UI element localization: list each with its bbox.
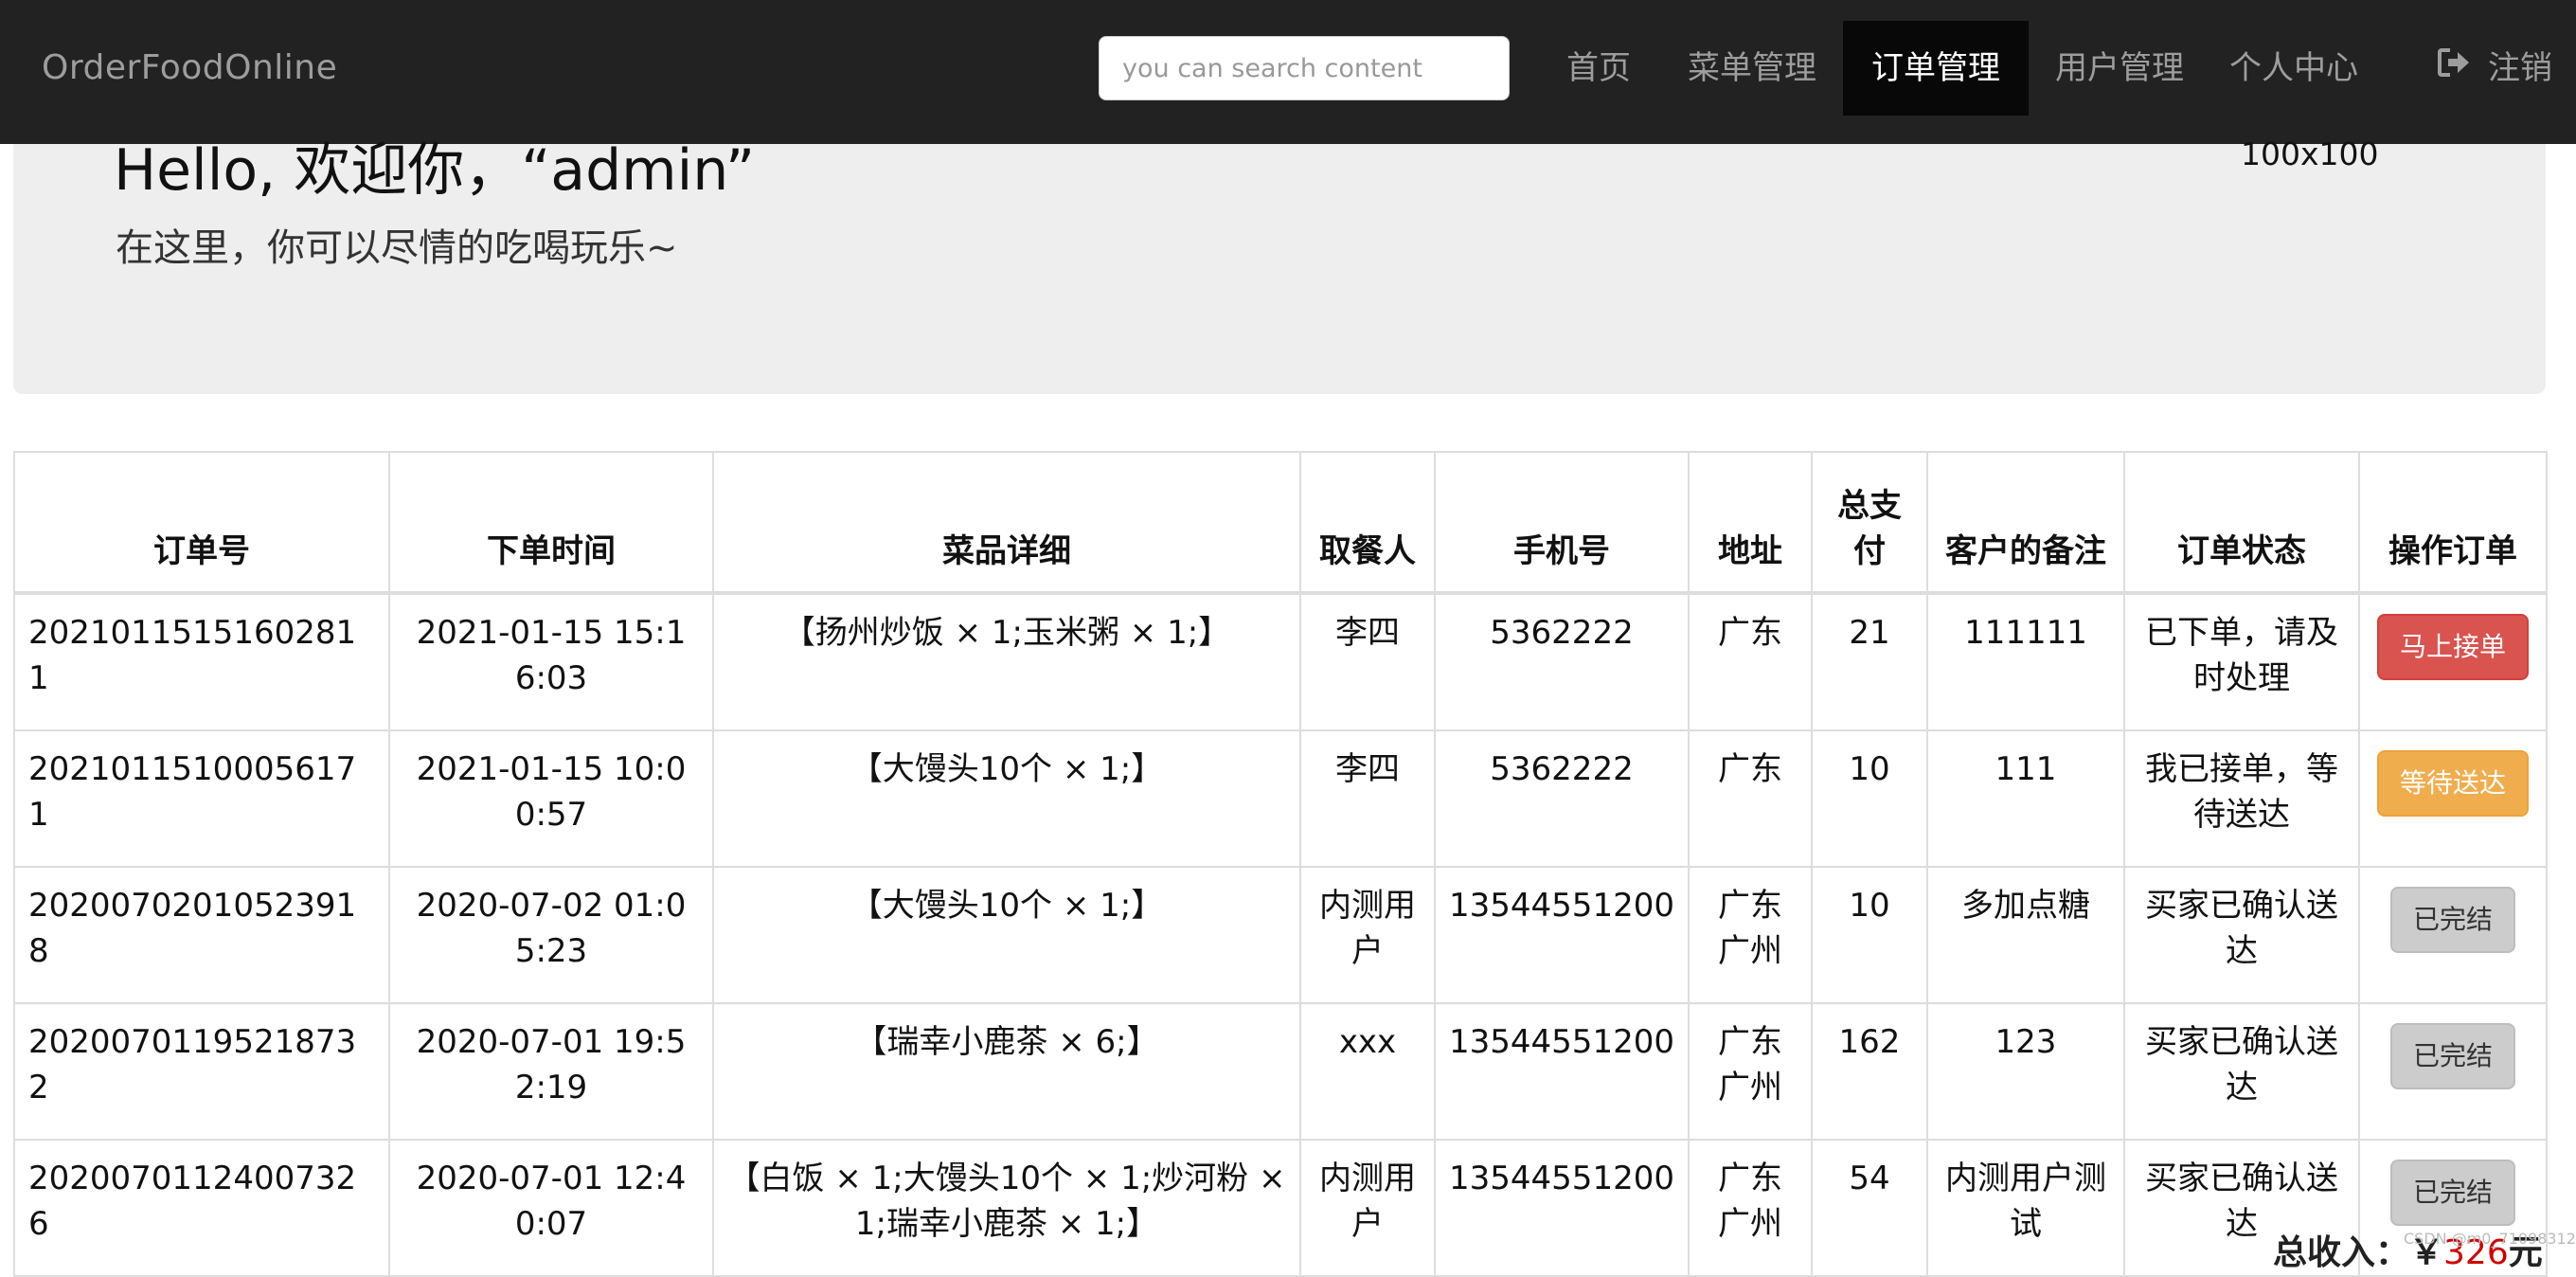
watermark: CSDN @m0_71098312 xyxy=(2404,1230,2576,1248)
cell-total: 162 xyxy=(1811,1002,1928,1141)
header-address: 地址 xyxy=(1688,451,1813,595)
cell-action: 马上接单 xyxy=(2358,592,2548,731)
header-status: 订单状态 xyxy=(2123,451,2360,595)
cell-note: 111 xyxy=(1926,729,2125,868)
awaiting-delivery-button[interactable]: 等待送达 xyxy=(2376,750,2529,817)
completed-button[interactable]: 已完结 xyxy=(2389,887,2515,953)
cell-total: 10 xyxy=(1811,729,1928,868)
cell-phone: 13544551200 xyxy=(1434,1139,1690,1277)
table-row: 20210115100056171 2021-01-15 10:00:57 【大… xyxy=(13,729,2548,868)
greeting-subtitle: 在这里，你可以尽情的吃喝玩乐~ xyxy=(116,226,678,270)
search-input[interactable] xyxy=(1099,36,1510,100)
brand-logo[interactable]: OrderFoodOnline xyxy=(42,44,337,93)
cell-note: 111111 xyxy=(1926,592,2125,731)
cell-status: 买家已确认送达 xyxy=(2123,866,2360,1004)
nav-item-order-management[interactable]: 订单管理 xyxy=(1843,21,2029,116)
image-placeholder: 100x100 xyxy=(2241,135,2379,172)
cell-order-id: 20200701124007326 xyxy=(13,1139,390,1277)
nav-item-home[interactable]: 首页 xyxy=(1544,21,1654,116)
header-order-id: 订单号 xyxy=(13,451,390,595)
header-note: 客户的备注 xyxy=(1926,451,2125,595)
cell-dish-details: 【大馒头10个 × 1;】 xyxy=(712,729,1301,868)
table-row: 20200702010523918 2020-07-02 01:05:23 【大… xyxy=(13,866,2548,1004)
cell-dish-details: 【大馒头10个 × 1;】 xyxy=(712,866,1301,1004)
cell-order-time: 2020-07-02 01:05:23 xyxy=(388,866,714,1004)
header-dish-details: 菜品详细 xyxy=(712,451,1301,595)
top-navbar: OrderFoodOnline 首页 菜单管理 订单管理 用户管理 个人中心 注… xyxy=(0,0,2576,144)
cell-address: 广东 xyxy=(1688,729,1813,868)
cell-status: 买家已确认送达 xyxy=(2123,1002,2360,1141)
cell-receiver: 内测用户 xyxy=(1299,1139,1436,1277)
logout-label: 注销 xyxy=(2488,49,2552,87)
completed-button[interactable]: 已完结 xyxy=(2389,1023,2515,1089)
header-total: 总支付 xyxy=(1811,451,1928,595)
cell-total: 21 xyxy=(1811,592,1928,731)
cell-total: 10 xyxy=(1811,866,1928,1004)
cell-receiver: 李四 xyxy=(1299,729,1436,868)
cell-action: 已完结 xyxy=(2358,866,2548,1004)
cell-phone: 5362222 xyxy=(1434,592,1690,731)
accept-order-button[interactable]: 马上接单 xyxy=(2376,614,2529,680)
nav-item-logout[interactable]: 注销 xyxy=(2413,21,2576,116)
cell-note: 多加点糖 xyxy=(1926,866,2125,1004)
cell-order-time: 2020-07-01 12:40:07 xyxy=(388,1139,714,1277)
greeting-heading: Hello, 欢迎你，“admin” xyxy=(114,137,756,204)
cell-receiver: 内测用户 xyxy=(1299,866,1436,1004)
cell-order-time: 2021-01-15 15:16:03 xyxy=(388,592,714,731)
cell-address: 广东广州 xyxy=(1688,1139,1813,1277)
cell-address: 广东 xyxy=(1688,592,1813,731)
table-row: 20200701195218732 2020-07-01 19:52:19 【瑞… xyxy=(13,1002,2548,1141)
cell-receiver: 李四 xyxy=(1299,592,1436,731)
nav-item-personal-center[interactable]: 个人中心 xyxy=(2210,21,2377,116)
nav-item-user-management[interactable]: 用户管理 xyxy=(2036,21,2203,116)
cell-phone: 13544551200 xyxy=(1434,1002,1690,1141)
cell-dish-details: 【瑞幸小鹿茶 × 6;】 xyxy=(712,1002,1301,1141)
table-row: 20210115151602811 2021-01-15 15:16:03 【扬… xyxy=(13,592,2548,731)
cell-status: 我已接单，等待送达 xyxy=(2123,729,2360,868)
cell-phone: 5362222 xyxy=(1434,729,1690,868)
cell-order-time: 2021-01-15 10:00:57 xyxy=(388,729,714,868)
cell-address: 广东广州 xyxy=(1688,1002,1813,1141)
cell-phone: 13544551200 xyxy=(1434,866,1690,1004)
cell-action: 等待送达 xyxy=(2358,729,2548,868)
nav-item-menu-management[interactable]: 菜单管理 xyxy=(1669,21,1835,116)
cell-order-id: 20200702010523918 xyxy=(13,866,390,1004)
orders-table: 订单号 下单时间 菜品详细 取餐人 手机号 地址 总支付 客户的备注 订单状态 … xyxy=(13,451,2548,1277)
cell-address: 广东广州 xyxy=(1688,866,1813,1004)
total-income-label: 总收入： xyxy=(2273,1233,2410,1272)
header-action: 操作订单 xyxy=(2358,451,2548,595)
completed-button[interactable]: 已完结 xyxy=(2389,1160,2515,1226)
cell-order-id: 20210115100056171 xyxy=(13,729,390,868)
header-order-time: 下单时间 xyxy=(388,451,714,595)
cell-action: 已完结 xyxy=(2358,1002,2548,1141)
cell-order-time: 2020-07-01 19:52:19 xyxy=(388,1002,714,1141)
cell-dish-details: 【扬州炒饭 × 1;玉米粥 × 1;】 xyxy=(712,592,1301,731)
sign-out-icon xyxy=(2437,20,2471,115)
header-phone: 手机号 xyxy=(1434,451,1690,595)
cell-status: 已下单，请及时处理 xyxy=(2123,592,2360,731)
cell-total: 54 xyxy=(1811,1139,1928,1277)
table-row: 20200701124007326 2020-07-01 12:40:07 【白… xyxy=(13,1139,2548,1277)
cell-order-id: 20210115151602811 xyxy=(13,592,390,731)
cell-order-id: 20200701195218732 xyxy=(13,1002,390,1141)
cell-note: 123 xyxy=(1926,1002,2125,1141)
cell-dish-details: 【白饭 × 1;大馒头10个 × 1;炒河粉 × 1;瑞幸小鹿茶 × 1;】 xyxy=(712,1139,1301,1277)
header-receiver: 取餐人 xyxy=(1299,451,1436,595)
cell-receiver: xxx xyxy=(1299,1002,1436,1141)
table-header-row: 订单号 下单时间 菜品详细 取餐人 手机号 地址 总支付 客户的备注 订单状态 … xyxy=(13,451,2548,595)
cell-note: 内测用户测试 xyxy=(1926,1139,2125,1277)
